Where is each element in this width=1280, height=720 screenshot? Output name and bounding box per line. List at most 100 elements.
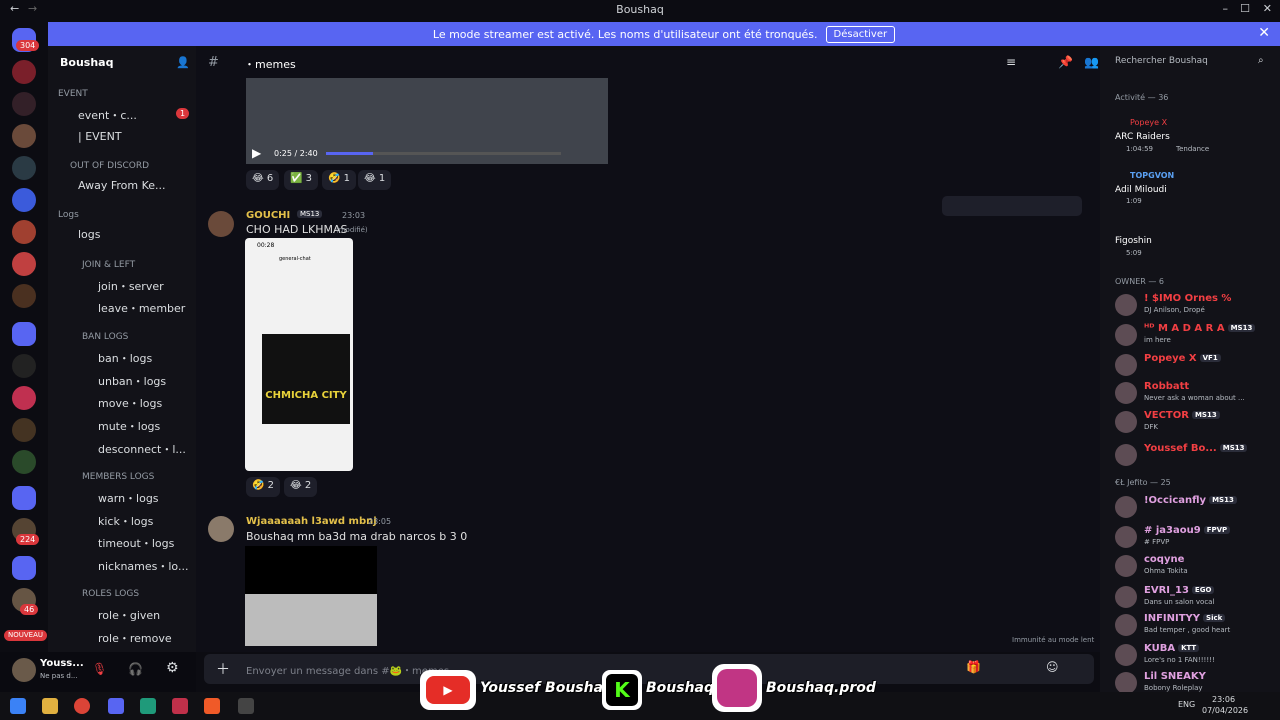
server-icon[interactable] — [12, 354, 36, 378]
server-icon[interactable] — [12, 386, 36, 410]
threads-icon[interactable]: ≡ — [1006, 55, 1016, 69]
server-icon[interactable] — [12, 220, 36, 244]
settings-icon[interactable]: ⚙ — [166, 660, 179, 676]
folder-icon[interactable] — [12, 322, 36, 346]
server-icon[interactable] — [12, 284, 36, 308]
clock-date[interactable]: 07/04/2026 — [1202, 706, 1248, 715]
video-progress[interactable] — [326, 152, 561, 155]
chrome-icon[interactable] — [74, 698, 90, 714]
server-icon[interactable] — [12, 92, 36, 116]
deafen-icon[interactable]: 🎧 — [128, 662, 143, 676]
reaction[interactable]: 😂 6 — [246, 170, 280, 190]
member-item[interactable]: # ja3aou9 FPVP # FPVP — [1115, 524, 1275, 552]
server-icon[interactable] — [12, 450, 36, 474]
member-item[interactable]: Popeye X VF1 — [1115, 352, 1275, 380]
members-icon[interactable]: 👥 — [1084, 55, 1099, 69]
channel-event[interactable]: event・c... — [78, 107, 137, 123]
windows-start-icon[interactable] — [10, 698, 26, 714]
avatar[interactable] — [208, 211, 234, 237]
brave-icon[interactable] — [204, 698, 220, 714]
reaction[interactable]: 🤣 2 — [246, 477, 281, 497]
category-ban-logs[interactable]: BAN LOGS — [82, 332, 128, 342]
mute-icon[interactable]: 🎙 — [92, 662, 107, 676]
discord-icon[interactable] — [108, 698, 124, 714]
member-item[interactable]: coqyne Ohma Tokita — [1115, 553, 1275, 581]
channel-nicknames[interactable]: nicknames・lo... — [98, 558, 188, 574]
add-member-icon[interactable]: 👤 — [176, 56, 190, 69]
avatar[interactable] — [12, 658, 36, 682]
server-icon[interactable] — [12, 188, 36, 212]
close-window-icon[interactable]: ✕ — [1263, 2, 1272, 15]
channel-afk[interactable]: Away From Ke... — [78, 179, 166, 192]
member-item[interactable]: Robbatt Never ask a woman about ... — [1115, 380, 1275, 408]
channel-role-given[interactable]: role・given — [98, 607, 160, 623]
category-logs[interactable]: Logs — [58, 210, 79, 220]
screenshot-embed[interactable]: 00:28 general-chat CHMICHA CITY — [245, 238, 353, 471]
video-thumbnail[interactable] — [245, 546, 377, 646]
app-icon[interactable] — [172, 698, 188, 714]
reaction[interactable]: 😂 2 — [284, 477, 318, 497]
search-icon[interactable]: ⌕ — [1258, 55, 1264, 66]
message-toolbar[interactable] — [942, 196, 1082, 216]
member-item[interactable]: INFINITYY Sick Bad temper , good heart — [1115, 612, 1275, 640]
channel-mute[interactable]: mute・logs — [98, 418, 160, 434]
category-members-logs[interactable]: MEMBERS LOGS — [82, 472, 154, 482]
reaction[interactable]: 😂 1 — [358, 170, 392, 190]
add-icon[interactable]: ＋ — [216, 659, 230, 679]
play-icon[interactable]: ▶ — [252, 146, 261, 160]
avatar[interactable] — [208, 516, 234, 542]
member-item[interactable]: !Occicanfly MS13 — [1115, 494, 1275, 522]
gift-icon[interactable]: 🎁 — [966, 660, 981, 674]
folder-icon[interactable] — [12, 556, 36, 580]
channel-move[interactable]: move・logs — [98, 395, 162, 411]
channel-logs[interactable]: logs — [78, 228, 101, 241]
language-indicator[interactable]: ENG — [1178, 700, 1195, 709]
maximize-icon[interactable]: ☐ — [1240, 2, 1250, 15]
activity-header[interactable]: Activité — 36 — [1115, 93, 1168, 102]
channel-leave[interactable]: leave・member — [98, 300, 185, 316]
member-item[interactable]: KUBA KTT Lore's no 1 FAN!!!!!! — [1115, 642, 1275, 670]
channel-role-remove[interactable]: role・remove — [98, 630, 172, 646]
channel-unban[interactable]: unban・logs — [98, 373, 166, 389]
message-author[interactable]: Wjaaaaaah l3awd mbnj — [246, 516, 377, 527]
server-icon[interactable] — [12, 156, 36, 180]
category-roles-logs[interactable]: ROLES LOGS — [82, 589, 139, 599]
channel-ban[interactable]: ban・logs — [98, 350, 152, 366]
channel-kick[interactable]: kick・logs — [98, 513, 153, 529]
channel-join[interactable]: join・server — [98, 278, 164, 294]
server-name[interactable]: Boushaq — [60, 56, 113, 69]
file-explorer-icon[interactable] — [42, 698, 58, 714]
disable-button[interactable]: Désactiver — [825, 25, 896, 43]
reaction[interactable]: 🤣 1 — [322, 170, 357, 190]
emoji-icon[interactable]: ☺ — [1046, 660, 1059, 674]
member-item[interactable]: ᴴᴰ M A D A R A MS13 im here — [1115, 322, 1275, 350]
server-icon[interactable] — [12, 124, 36, 148]
channel-desconnect[interactable]: desconnect・l... — [98, 441, 186, 457]
category-event[interactable]: EVENT — [58, 89, 88, 99]
folder-icon[interactable] — [12, 486, 36, 510]
channel-event-stage[interactable]: | EVENT — [78, 130, 122, 143]
search-input[interactable]: Rechercher Boushaq — [1115, 56, 1208, 66]
server-icon[interactable] — [12, 252, 36, 276]
member-item[interactable]: Lil SNEAKY Bobony Roleplay — [1115, 670, 1275, 692]
reaction[interactable]: ✅ 3 — [284, 170, 319, 190]
banner-close-icon[interactable]: ✕ — [1258, 25, 1270, 41]
app-icon[interactable] — [238, 698, 254, 714]
member-item[interactable]: ! $IMO Ornes % DJ Anilson, Dropé — [1115, 292, 1275, 320]
member-item[interactable]: EVRI_13 EGO Dans un salon vocal — [1115, 584, 1275, 612]
clock-time[interactable]: 23:06 — [1212, 695, 1235, 704]
channel-warn[interactable]: warn・logs — [98, 490, 159, 506]
server-icon[interactable] — [12, 60, 36, 84]
message-author[interactable]: GOUCHI — [246, 210, 290, 221]
minimize-icon[interactable]: – — [1223, 2, 1229, 15]
server-icon[interactable] — [12, 418, 36, 442]
category-out[interactable]: OUT OF DISCORD — [70, 161, 149, 171]
app-icon[interactable] — [140, 698, 156, 714]
pin-icon[interactable]: 📌 — [1058, 55, 1073, 69]
member-item[interactable]: VECTOR MS13 DFK — [1115, 409, 1275, 437]
channel-timeout[interactable]: timeout・logs — [98, 535, 174, 551]
member-item[interactable]: Youssef Bo... MS13 — [1115, 442, 1275, 470]
username[interactable]: Youss... — [40, 658, 84, 669]
category-join-left[interactable]: JOIN & LEFT — [82, 260, 135, 270]
new-label[interactable]: NOUVEAU — [4, 630, 47, 641]
